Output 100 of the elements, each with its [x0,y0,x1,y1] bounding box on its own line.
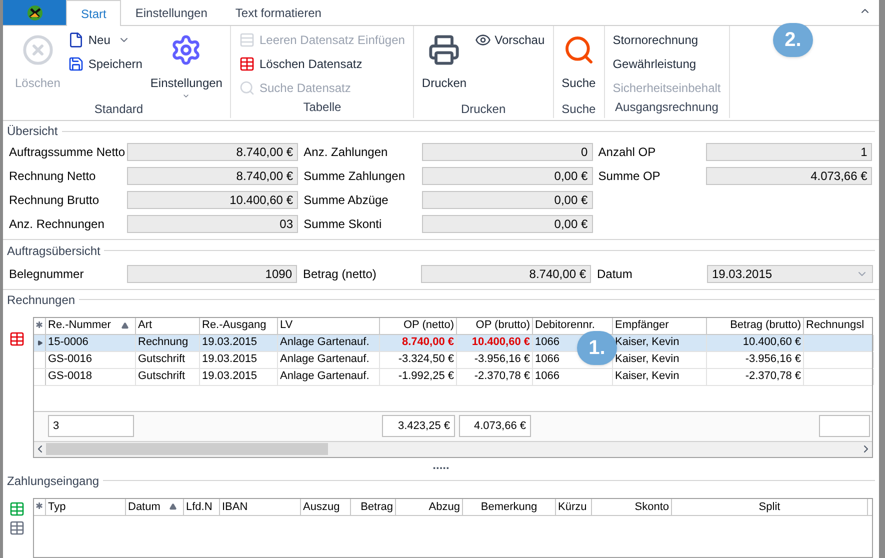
field-label: Summe Abzüge [304,192,390,210]
value-field[interactable]: 03 [127,215,298,234]
value-field[interactable]: 1 [706,143,872,162]
value-field[interactable]: 0,00 € [422,215,593,234]
sort-icon [121,322,129,330]
group-title: Ausgangsrechnung [614,99,720,116]
row-indicator-icon [36,340,42,346]
table-cell-text: Kaiser, Kevin [615,369,680,384]
table-cell-text: Gutschrift [138,352,186,368]
column-header[interactable]: Betrag (brutto) [707,318,804,334]
column-header[interactable]: IBAN [220,498,301,515]
table-cell-text: 8.740,00 € [402,335,454,350]
column-header[interactable]: Kürzu [556,498,592,515]
table-row[interactable]: GS-0018 Gutschrift 19.03.2015 Anlage Gartenauf. -1.992,25 € -2.370,78 € 1066 Kaiser, Kevin -2.370,78 € [34,368,872,386]
column-header[interactable]: Betrag [351,498,396,515]
table-cell-text: 10.400,60 € [742,335,801,350]
table-cell-text: Rechnung [138,335,188,350]
table-cell-text: -3.956,16 € [474,352,530,368]
table-cell-text: -3.956,16 € [745,352,801,368]
ribbon-button[interactable]: Drucken [418,30,471,100]
ribbon-button[interactable]: Gewährleistung [612,54,721,74]
grid-corner: ✱ [34,498,46,515]
table-cell-text: Anlage Gartenauf. [280,369,370,384]
field-label: Anzahl OP [598,144,657,162]
ribbon-button[interactable]: Neu [68,30,142,50]
table-cell-text: Kaiser, Kevin [615,335,680,350]
ribbon-tab[interactable]: Start [66,0,122,26]
ribbon-tab[interactable]: Einstellungen [121,0,222,25]
section-title: Zahlungseingang [7,472,100,490]
search-icon [562,34,595,66]
value-field[interactable]: 8.740,00 € [127,143,298,162]
ribbon-tab[interactable]: Text formatieren [221,0,336,25]
ribbon-button[interactable]: Einstellungen [146,30,226,100]
ribbon-button[interactable]: Löschen Datensatz [239,54,405,74]
column-header[interactable]: OP (netto) [380,318,457,334]
field-label: Rechnung Netto [9,168,97,186]
column-header[interactable]: Auszug [301,498,351,515]
table-cell-text: 1066 [535,369,560,384]
horizontal-scrollbar[interactable] [34,440,872,457]
value-field[interactable]: 0,00 € [422,191,593,210]
column-header[interactable]: Typ [46,498,126,515]
field-label: Summe OP [598,168,662,186]
scrollbar-thumb[interactable] [46,443,328,456]
section-title: Übersicht [7,123,58,140]
rows-icon [239,32,256,48]
field-label: Anz. Zahlungen [304,144,389,162]
field-label: Rechnung Brutto [9,192,100,210]
date-dropdown[interactable]: 19.03.2015 [707,264,873,283]
table-icon [239,56,256,72]
document-icon [68,32,84,48]
printer-icon [428,34,460,66]
ribbon-button[interactable]: Suche [558,30,600,100]
table-cell-text: -3.324,50 € [398,352,454,368]
value-field[interactable]: 8.740,00 € [421,264,591,283]
summary-cell: 4.073,66 € [459,415,531,438]
field-label: Datum [597,266,634,283]
value-field[interactable]: 8.740,00 € [127,167,298,186]
table-cell-text: 1066 [535,335,560,350]
table-cell-text: GS-0018 [48,369,92,384]
column-header[interactable]: Art [136,318,200,334]
add-row-icon[interactable] [9,500,25,517]
section-title: Auftragsübersicht [7,242,100,260]
field-label: Betrag (netto) [303,266,378,283]
ribbon-button[interactable]: Vorschau [474,30,545,50]
section-title: Rechnungen [7,292,76,309]
value-field[interactable]: 0,00 € [422,167,593,186]
column-header[interactable]: LV [278,318,380,334]
column-header[interactable]: OP (brutto) [457,318,533,334]
value-field[interactable]: 4.073,66 € [706,167,872,186]
app-menu-button[interactable] [3,0,66,25]
column-header[interactable]: Re.-Ausgang [200,318,278,334]
column-header[interactable]: Skonto [592,498,672,515]
table-cell-text: 15-0006 [48,335,88,350]
column-header[interactable]: Abzug [396,498,463,515]
logo-icon [26,4,42,20]
group-title: Standard [93,101,144,118]
field-label: Belegnummer [9,266,85,283]
eye-icon [474,32,491,48]
value-field[interactable]: 10.400,60 € [127,191,298,210]
table-cell-text: -2.370,78 € [745,369,801,384]
gear-icon [170,34,202,66]
splitter-handle[interactable]: ..... [3,458,879,472]
column-header[interactable]: Datum [126,498,184,515]
value-field[interactable]: 0 [422,143,593,162]
value-field[interactable]: 1090 [127,264,297,283]
column-header[interactable]: Lfd.N [184,498,220,515]
ribbon-button[interactable]: Speichern [68,54,142,74]
table-cell-text: Kaiser, Kevin [615,352,680,368]
table-cell-text: 1066 [535,352,560,368]
column-header[interactable]: Empfänger [613,318,707,334]
ribbon-button[interactable]: Stornorechnung [612,30,721,50]
field-label: Summe Skonti [304,216,383,234]
column-header[interactable]: Split [672,498,868,515]
group-title: Suche [560,101,597,118]
column-header[interactable]: Rechnungsl [804,318,872,334]
table-cell-text: Anlage Gartenauf. [280,352,370,368]
group-title: Tabelle [302,99,342,116]
table-cell-text: 19.03.2015 [202,352,258,368]
column-header[interactable]: Bemerkung [463,498,556,515]
column-header[interactable]: Re.-Nummer [46,318,136,334]
